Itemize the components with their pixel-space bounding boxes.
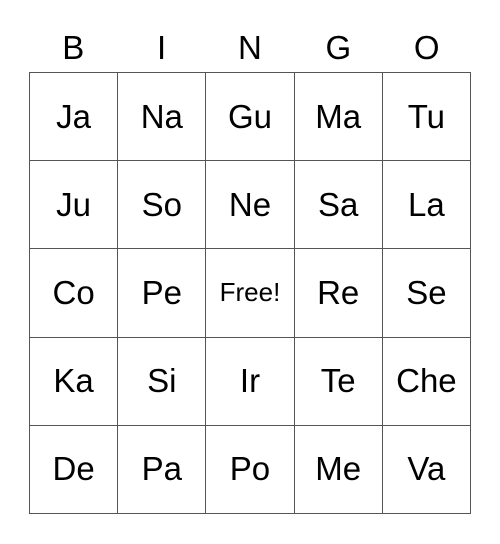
- bingo-cell[interactable]: Tu: [382, 73, 471, 162]
- bingo-cell[interactable]: So: [118, 161, 207, 250]
- bingo-grid: Ja Na Gu Ma Tu Ju So Ne Sa La Co Pe Free! Re Se Ka Si Ir T…: [29, 72, 471, 514]
- header-letter-i: I: [157, 29, 167, 66]
- bingo-cell[interactable]: Re: [294, 249, 383, 338]
- bingo-cell[interactable]: Ne: [206, 161, 295, 250]
- bingo-cell[interactable]: Che: [382, 337, 471, 426]
- header-letter-g: G: [325, 29, 352, 66]
- bingo-cell[interactable]: Te: [294, 337, 383, 426]
- bingo-cell[interactable]: Ir: [206, 337, 295, 426]
- free-space-cell[interactable]: Free!: [206, 249, 295, 338]
- bingo-cell[interactable]: La: [382, 161, 471, 250]
- bingo-cell[interactable]: Pa: [118, 425, 207, 514]
- bingo-cell[interactable]: Ma: [294, 73, 383, 162]
- header-letter-n: N: [238, 29, 262, 66]
- bingo-cell[interactable]: Gu: [206, 73, 295, 162]
- bingo-cell[interactable]: Me: [294, 425, 383, 514]
- bingo-cell[interactable]: Ja: [30, 73, 119, 162]
- bingo-cell[interactable]: De: [30, 425, 119, 514]
- bingo-cell[interactable]: Se: [382, 249, 471, 338]
- bingo-cell[interactable]: Co: [30, 249, 119, 338]
- bingo-cell[interactable]: Si: [118, 337, 207, 426]
- bingo-cell[interactable]: Ju: [30, 161, 119, 250]
- bingo-header: B I N G O: [29, 26, 471, 70]
- bingo-cell[interactable]: Sa: [294, 161, 383, 250]
- bingo-cell[interactable]: Va: [382, 425, 471, 514]
- bingo-cell[interactable]: Po: [206, 425, 295, 514]
- header-letter-b: B: [62, 29, 85, 66]
- bingo-cell[interactable]: Pe: [118, 249, 207, 338]
- bingo-cell[interactable]: Na: [118, 73, 207, 162]
- header-letter-o: O: [413, 29, 440, 66]
- bingo-cell[interactable]: Ka: [30, 337, 119, 426]
